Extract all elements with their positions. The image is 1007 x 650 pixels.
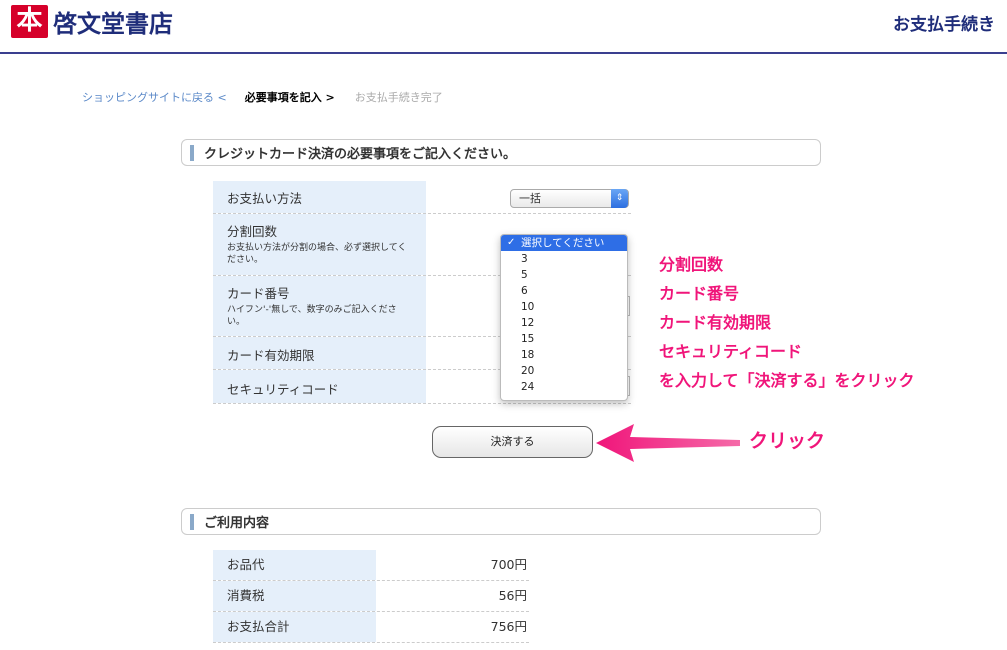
annotation-line: 分割回数 — [659, 255, 724, 274]
card-number-label: カード番号 — [227, 286, 290, 301]
summary-table: お品代 700円 消費税 56円 お支払合計 756円 — [213, 550, 529, 643]
card-section-title: クレジットカード決済の必要事項をご記入ください。 — [204, 147, 517, 162]
installments-option[interactable]: 6 — [501, 283, 627, 299]
table-row: お支払合計 756円 — [213, 612, 529, 643]
section-accent — [190, 513, 194, 530]
card-section-header: クレジットカード決済の必要事項をご記入ください。 — [181, 139, 821, 166]
installments-label: 分割回数 — [227, 224, 278, 239]
installments-option[interactable]: 15 — [501, 331, 627, 347]
summary-value: 56円 — [498, 588, 527, 603]
annotation-line: を入力して「決済する」をクリック — [659, 371, 915, 390]
form-label-cell: お支払い方法 — [213, 181, 426, 213]
form-label-cell: セキュリティコード — [213, 370, 426, 403]
back-to-shop-link[interactable]: ショッピングサイトに戻る < — [82, 89, 227, 105]
payment-method-select[interactable]: 一括 ⇕ — [510, 189, 629, 208]
click-annotation: クリック — [749, 430, 826, 452]
summary-value: 700円 — [490, 557, 527, 572]
installments-option[interactable]: 10 — [501, 299, 627, 315]
summary-section-header: ご利用内容 — [181, 508, 821, 535]
payment-method-label: お支払い方法 — [227, 191, 303, 206]
table-row: お品代 700円 — [213, 550, 529, 581]
pointer-arrow-icon — [596, 424, 740, 462]
security-code-label: セキュリティコード — [227, 382, 339, 397]
installments-option[interactable]: ✓ 選択してください — [501, 235, 627, 251]
summary-value: 756円 — [490, 619, 527, 634]
page-title: お支払手続き — [893, 15, 995, 35]
breadcrumb: ショッピングサイトに戻る < 必要事項を記入 > お支払手続き完了 — [82, 89, 443, 109]
installments-note: お支払い方法が分割の場合、必ず選択してください。 — [227, 243, 407, 265]
card-expiry-label: カード有効期限 — [227, 348, 315, 363]
checkmark-icon: ✓ — [507, 237, 516, 248]
instruction-annotation: 分割回数 カード番号 カード有効期限 セキュリティコード を入力して「決済する」… — [659, 250, 915, 395]
installments-dropdown[interactable]: ✓ 選択してください 3 5 6 10 12 15 18 20 24 — [500, 234, 628, 401]
installments-option[interactable]: 5 — [501, 267, 627, 283]
pay-button[interactable]: 決済する — [432, 426, 593, 458]
store-logo[interactable]: 本 啓文堂書店 — [11, 4, 173, 39]
summary-label: お品代 — [213, 550, 376, 580]
logo-text: 啓文堂書店 — [53, 10, 173, 38]
updown-arrow-icon: ⇕ — [611, 189, 628, 208]
summary-label: 消費税 — [213, 581, 376, 611]
logo-mark: 本 — [11, 5, 48, 38]
summary-section-title: ご利用内容 — [204, 516, 270, 531]
installments-option[interactable]: 12 — [501, 315, 627, 331]
table-row: 消費税 56円 — [213, 581, 529, 612]
annotation-line: カード有効期限 — [659, 313, 772, 332]
annotation-line: セキュリティコード — [659, 342, 803, 361]
payment-method-value: 一括 — [519, 192, 541, 205]
annotation-line: カード番号 — [659, 284, 740, 303]
installments-option[interactable]: 20 — [501, 363, 627, 379]
header: 本 啓文堂書店 お支払手続き — [0, 0, 1007, 54]
form-label-cell: 分割回数 お支払い方法が分割の場合、必ず選択してください。 — [213, 214, 426, 275]
breadcrumb-complete-step: お支払手続き完了 — [354, 91, 443, 104]
section-accent — [190, 144, 194, 161]
form-label-cell: カード番号 ハイフン'-'無しで、数字のみご記入ください。 — [213, 276, 426, 336]
card-number-note: ハイフン'-'無しで、数字のみご記入ください。 — [227, 305, 397, 327]
installments-option[interactable]: 18 — [501, 347, 627, 363]
breadcrumb-current-step: 必要事項を記入 > — [241, 91, 335, 109]
summary-label: お支払合計 — [213, 612, 376, 642]
installments-option[interactable]: 3 — [501, 251, 627, 267]
installments-option[interactable]: 24 — [501, 379, 627, 395]
form-label-cell: カード有効期限 — [213, 337, 426, 369]
